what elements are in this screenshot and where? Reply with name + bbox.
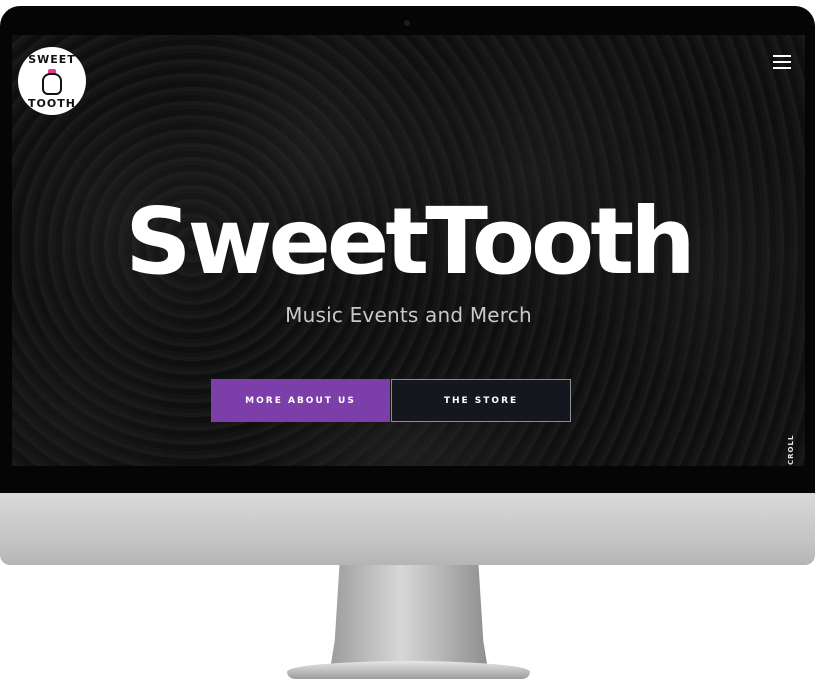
hero-title: SweetTooth [125, 188, 695, 295]
menu-bar [773, 67, 791, 69]
camera-icon [404, 20, 410, 26]
logo-bottom-text: TOOTH [28, 97, 76, 110]
logo-top-text: SWEET [28, 53, 76, 66]
menu-bar [773, 55, 791, 57]
monitor-stand [330, 565, 488, 670]
scroll-indicator[interactable]: CROLL [787, 427, 797, 465]
website-screen: SWEET TOOTH SweetTooth Music Events and … [12, 35, 805, 466]
more-about-us-button[interactable]: MORE ABOUT US [211, 379, 390, 422]
monitor-base [287, 661, 530, 679]
menu-bar [773, 61, 791, 63]
imac-mockup: SWEET TOOTH SweetTooth Music Events and … [0, 0, 817, 682]
sweettooth-logo[interactable]: SWEET TOOTH [18, 47, 86, 115]
the-store-button[interactable]: THE STORE [391, 379, 571, 422]
hero-subtitle: Music Events and Merch [285, 303, 532, 327]
monitor-chin [0, 493, 815, 565]
tooth-icon [42, 73, 62, 95]
hamburger-menu-icon[interactable] [773, 55, 791, 71]
